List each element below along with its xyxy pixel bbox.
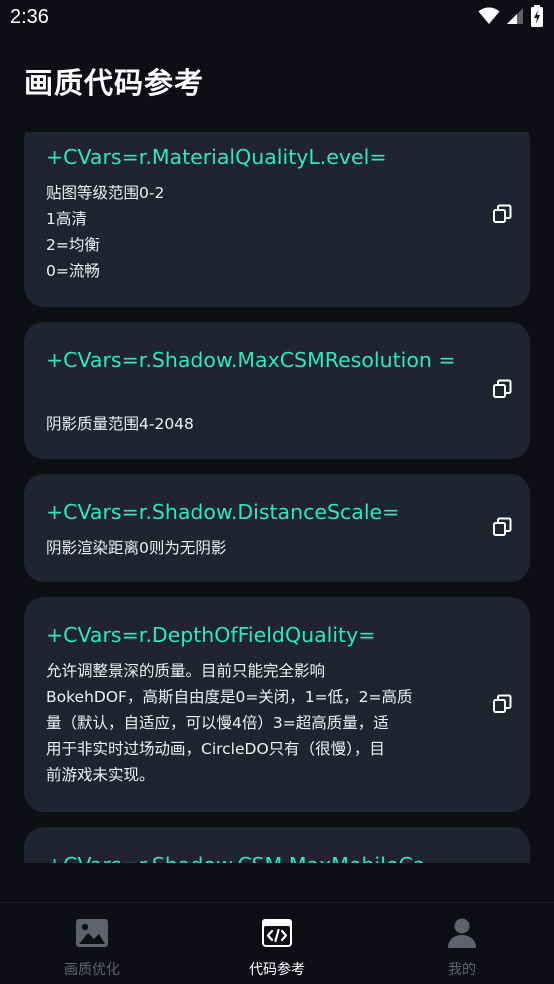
wifi-icon <box>478 7 500 29</box>
card-description: 贴图等级范围0-2 1高清 2=均衡 0=流畅 <box>46 180 446 284</box>
code-reference-list[interactable]: +CVars=r.MaterialQualityL.evel= 贴图等级范围0-… <box>0 132 554 863</box>
copy-button[interactable] <box>488 690 516 718</box>
code-card: +CVars=r.DepthOfFieldQuality= 允许调整景深的质量。… <box>24 597 530 812</box>
card-code-line: = <box>438 348 456 372</box>
card-description-line: 阴影质量范围4-2048 <box>46 415 194 433</box>
status-time: 2:36 <box>10 6 49 28</box>
copy-icon <box>493 379 512 398</box>
card-code[interactable]: +CVars=r.DepthOfFieldQuality= <box>46 622 466 649</box>
card-code-line: +CVars=r.DepthOfFieldQuality= <box>46 623 376 647</box>
copy-icon <box>493 694 512 713</box>
card-description-line: 允许调整景深的质量。目前只能完全影响 <box>46 662 326 680</box>
image-icon <box>75 917 109 949</box>
copy-icon <box>493 517 512 536</box>
person-icon <box>445 917 479 949</box>
status-bar: 2:36 <box>0 0 554 38</box>
card-code[interactable]: +CVars=r.Shadow.MaxCSMResolution = <box>46 347 466 374</box>
copy-icon <box>493 204 512 223</box>
card-description: 阴影质量范围4-2048 <box>46 411 446 437</box>
copy-button[interactable] <box>488 200 516 228</box>
nav-item-image-optimization[interactable]: 画质优化 <box>0 903 184 984</box>
code-card: +CVars=r.Shadow.MaxCSMResolution = 阴影质量范… <box>24 322 530 459</box>
card-description: 阴影渲染距离0则为无阴影 <box>46 535 446 561</box>
status-icons <box>478 5 544 31</box>
code-card: +CVars=r.MaterialQualityL.evel= 贴图等级范围0-… <box>24 132 530 307</box>
card-code[interactable]: +CVars=r.Shadow.DistanceScale= <box>46 499 466 526</box>
nav-label: 画质优化 <box>64 962 120 978</box>
card-code-line: +CVars=r.Shadow.CSM.MaxMobileCa <box>46 853 425 863</box>
card-code-line: +CVars=r.MaterialQualityL.evel= <box>46 145 387 169</box>
nav-item-mine[interactable]: 我的 <box>370 903 554 984</box>
bottom-navigation: 画质优化 代码参考 我的 <box>0 902 554 984</box>
card-code[interactable]: +CVars=r.Shadow.CSM.MaxMobileCa <box>46 852 466 863</box>
nav-item-code-reference[interactable]: 代码参考 <box>185 903 369 984</box>
copy-button[interactable] <box>488 375 516 403</box>
code-card: +CVars=r.Shadow.CSM.MaxMobileCa <box>24 827 530 863</box>
signal-icon <box>506 7 524 29</box>
battery-icon <box>530 5 544 31</box>
card-code-line: +CVars=r.Shadow.MaxCSMResolution <box>46 348 432 372</box>
copy-button[interactable] <box>488 513 516 541</box>
card-code[interactable]: +CVars=r.MaterialQualityL.evel= <box>46 144 466 171</box>
card-code-line: +CVars=r.Shadow.DistanceScale= <box>46 500 400 524</box>
code-icon <box>260 917 294 949</box>
card-description-line: 量（默认，自适应，可以慢4倍）3=超高质量，适 <box>46 714 389 732</box>
nav-label: 我的 <box>448 962 476 978</box>
card-description-line: 1高清 <box>46 210 87 228</box>
card-description-line: 2=均衡 <box>46 236 100 254</box>
card-description-line: 用于非实时过场动画，CircleDO只有（很慢），目 <box>46 740 385 758</box>
nav-label: 代码参考 <box>249 962 305 978</box>
card-description-line: BokehDOF，高斯自由度是0=关闭，1=低，2=高质 <box>46 688 413 706</box>
card-description-line: 前游戏未实现。 <box>46 766 155 784</box>
page-title: 画质代码参考 <box>24 66 205 100</box>
card-description-line: 贴图等级范围0-2 <box>46 184 165 202</box>
card-description-line: 阴影渲染距离0则为无阴影 <box>46 539 227 557</box>
card-description: 允许调整景深的质量。目前只能完全影响 BokehDOF，高斯自由度是0=关闭，1… <box>46 658 446 788</box>
code-card: +CVars=r.Shadow.DistanceScale= 阴影渲染距离0则为… <box>24 474 530 582</box>
card-description-line: 0=流畅 <box>46 262 100 280</box>
